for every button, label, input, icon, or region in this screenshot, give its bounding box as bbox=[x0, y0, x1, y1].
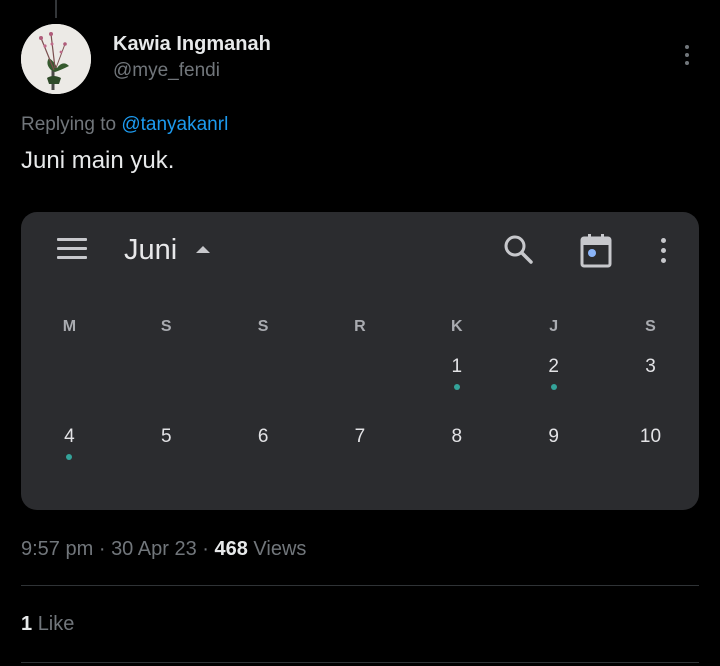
calendar-day-cell bbox=[21, 342, 118, 412]
likes-label: Like bbox=[37, 613, 75, 635]
tweet-meta: 9:57 pm · 30 Apr 23 · 468 Views bbox=[21, 538, 306, 561]
calendar-week-row: 1 2 3 bbox=[21, 342, 699, 412]
calendar-day-number: 8 bbox=[451, 426, 463, 447]
calendar-week-row: 4 5 6 7 8 9 10 bbox=[21, 412, 699, 482]
weekday-label: S bbox=[160, 318, 172, 335]
likes-count: 1 bbox=[21, 613, 33, 635]
calendar-day-number: 9 bbox=[548, 426, 559, 447]
calendar-grid: M S S R K J S 1 2 3 4 5 6 7 8 9 10 bbox=[21, 312, 699, 482]
tweet-date[interactable]: 30 Apr 23 bbox=[111, 538, 197, 560]
hamburger-menu-icon bbox=[57, 238, 87, 260]
calendar-day-cell: 5 bbox=[118, 412, 215, 482]
calendar-day-number bbox=[21, 342, 118, 356]
tweet-time[interactable]: 9:57 pm bbox=[21, 538, 93, 560]
event-dot-icon bbox=[66, 454, 73, 460]
weekday-label: S bbox=[257, 318, 269, 335]
weekday-label: K bbox=[451, 318, 463, 335]
calendar-day-number: 7 bbox=[354, 426, 366, 447]
calendar-day-number: 1 bbox=[451, 356, 463, 377]
replying-prefix: Replying to bbox=[21, 114, 117, 135]
calendar-day-number: 2 bbox=[548, 356, 559, 377]
reply-mention-link[interactable]: @tanyakanrl bbox=[121, 114, 228, 135]
calendar-day-number bbox=[118, 342, 215, 356]
calendar-weeks: 1 2 3 4 5 6 7 8 9 10 bbox=[21, 342, 699, 482]
views-count: 468 bbox=[214, 538, 248, 560]
calendar-month-title: Juni bbox=[124, 234, 178, 266]
more-vertical-icon[interactable] bbox=[675, 40, 699, 70]
author-name[interactable]: Kawia Ingmanah bbox=[113, 33, 271, 56]
caret-up-icon bbox=[196, 246, 210, 253]
calendar-today-icon bbox=[579, 232, 613, 268]
calendar-day-number: 5 bbox=[160, 426, 172, 447]
meta-separator: · bbox=[202, 538, 209, 560]
meta-separator: · bbox=[98, 538, 106, 560]
weekday-label: J bbox=[549, 318, 559, 335]
calendar-day-cell bbox=[118, 342, 215, 412]
views-label: Views bbox=[253, 538, 307, 560]
calendar-day-cell bbox=[312, 342, 409, 412]
divider bbox=[21, 585, 699, 586]
weekday-label: R bbox=[354, 318, 366, 335]
event-dot-icon bbox=[453, 384, 460, 390]
calendar-day-number bbox=[215, 342, 312, 356]
calendar-day-cell: 2 bbox=[505, 342, 602, 412]
tweet-header: Kawia Ingmanah @mye_fendi bbox=[21, 24, 699, 94]
avatar-image bbox=[21, 24, 91, 94]
calendar-day-cell bbox=[215, 342, 312, 412]
weekday-label: S bbox=[645, 318, 656, 335]
calendar-day-number: 6 bbox=[257, 426, 269, 447]
calendar-day-number: 3 bbox=[645, 356, 656, 377]
divider bbox=[21, 662, 699, 663]
event-dot-icon bbox=[550, 384, 557, 390]
tweet-text: Juni main yuk. bbox=[21, 147, 175, 174]
calendar-day-cell: 4 bbox=[21, 412, 118, 482]
likes-link[interactable]: 1 Like bbox=[21, 613, 74, 636]
calendar-toolbar: Juni bbox=[21, 212, 699, 288]
calendar-screenshot-image[interactable]: Juni M S S R K J S 1 2 3 4 5 6 7 8 9 10 bbox=[21, 212, 699, 510]
calendar-day-number: 4 bbox=[64, 426, 75, 447]
weekday-label: M bbox=[62, 318, 77, 335]
weekday-header-row: M S S R K J S bbox=[21, 312, 699, 342]
thread-line bbox=[55, 0, 57, 18]
calendar-day-number bbox=[312, 342, 409, 356]
author-handle[interactable]: @mye_fendi bbox=[113, 60, 220, 82]
replying-to: Replying to @tanyakanrl bbox=[21, 114, 228, 136]
calendar-day-cell: 9 bbox=[505, 412, 602, 482]
calendar-day-cell: 1 bbox=[408, 342, 505, 412]
calendar-day-cell: 10 bbox=[602, 412, 699, 482]
avatar[interactable] bbox=[21, 24, 91, 94]
calendar-day-cell: 6 bbox=[215, 412, 312, 482]
calendar-day-cell: 7 bbox=[312, 412, 409, 482]
calendar-day-cell: 3 bbox=[602, 342, 699, 412]
more-vertical-icon bbox=[653, 234, 673, 266]
calendar-day-cell: 8 bbox=[408, 412, 505, 482]
calendar-day-number: 10 bbox=[639, 426, 662, 447]
search-icon bbox=[501, 232, 535, 266]
